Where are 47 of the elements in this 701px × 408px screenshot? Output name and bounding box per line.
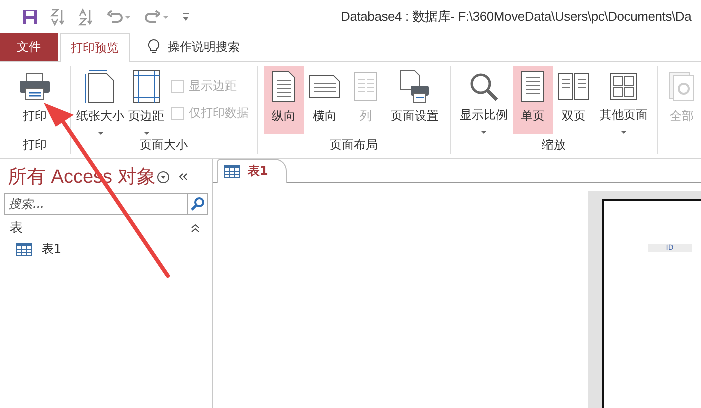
tell-me-search[interactable]: 操作说明搜索 — [130, 33, 250, 61]
group-label: 页面大小 — [139, 137, 189, 154]
document-tab[interactable]: 表1 — [217, 159, 288, 183]
margins-icon — [132, 70, 161, 104]
ribbon-button[interactable]: 纸张大小 — [75, 66, 126, 134]
group-label: 缩放 — [541, 137, 567, 154]
landscape-page-icon — [309, 75, 341, 99]
group-header[interactable]: 表 — [0, 215, 212, 237]
sort-ascending-icon[interactable] — [78, 8, 94, 26]
ribbon-button[interactable]: 其他页面 — [595, 66, 653, 134]
ribbon-button[interactable]: 显示比例 — [455, 66, 513, 134]
redo-icon[interactable] — [144, 10, 170, 24]
search-field[interactable]: 搜索... — [4, 193, 188, 215]
page-setup-icon — [399, 70, 431, 104]
columns-icon — [354, 72, 378, 102]
collapse-pane-icon[interactable] — [178, 172, 188, 182]
ribbon-button[interactable]: 横向 — [304, 66, 346, 134]
ribbon-button[interactable]: 双页 — [553, 66, 595, 134]
refresh-icon — [669, 72, 695, 102]
page-size-icon — [84, 70, 117, 104]
ribbon-button[interactable]: 页面设置 — [386, 66, 444, 134]
group-label: 页面布局 — [329, 137, 379, 154]
single-page-icon — [521, 71, 545, 103]
portrait-page-icon — [272, 71, 296, 103]
printer-icon — [19, 73, 51, 101]
search-icon — [190, 197, 204, 211]
search-button[interactable] — [188, 193, 208, 215]
customize-menu-icon[interactable] — [182, 12, 190, 22]
dropdown-circle-icon[interactable] — [156, 170, 170, 184]
table-icon — [16, 243, 32, 256]
lightbulb-icon — [148, 39, 160, 55]
ribbon-button[interactable]: 页边距 — [126, 66, 167, 134]
ribbon-button[interactable]: 纵向 — [264, 66, 304, 134]
group-label: 表 — [10, 220, 23, 237]
window-title: Database4 : 数据库- F:\360MoveData\Users\pc\Documents\Da — [341, 8, 692, 26]
ribbon-button[interactable]: 单页 — [513, 66, 553, 134]
table-item[interactable]: 表1 — [0, 237, 62, 258]
group-label: 打印 — [22, 137, 48, 154]
file-tab[interactable]: 文件 — [0, 33, 58, 61]
sort-descending-icon[interactable] — [50, 8, 66, 26]
undo-icon[interactable] — [106, 10, 132, 24]
magnifier-icon — [469, 72, 499, 102]
save-icon[interactable] — [22, 8, 38, 24]
ribbon-tab[interactable]: 打印预览 — [60, 33, 130, 62]
multiple-pages-icon — [610, 72, 638, 100]
table-icon — [224, 165, 240, 178]
two-pages-icon — [558, 73, 590, 101]
